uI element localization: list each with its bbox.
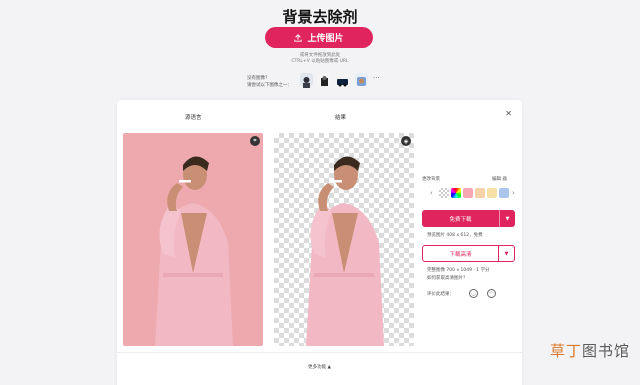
- eraser-icon[interactable]: ◈: [401, 136, 411, 146]
- upload-button[interactable]: 上传图片: [265, 27, 373, 48]
- original-image: ⌗: [123, 133, 263, 346]
- free-download-label: 免费下载: [449, 216, 472, 223]
- swatch-peach[interactable]: [475, 188, 485, 198]
- samples-line-2: 请尝试以下图像之一：: [247, 83, 292, 88]
- learn-more-link[interactable]: 如何获取高清图片？: [427, 275, 468, 281]
- card-divider: [117, 352, 522, 353]
- editor-link[interactable]: 编辑 器: [492, 176, 507, 182]
- sample-image-4[interactable]: [355, 73, 368, 86]
- samples-line-1: 没有图像？: [247, 76, 270, 81]
- close-icon[interactable]: ✕: [505, 109, 512, 118]
- watermark-part-1: 草丁: [549, 342, 582, 360]
- sample-image-2[interactable]: [318, 73, 331, 86]
- result-image: ◈: [274, 133, 414, 346]
- upload-icon: [294, 33, 303, 42]
- crop-icon[interactable]: ⌗: [250, 136, 260, 146]
- samples-text: 没有图像？ 请尝试以下图像之一：: [247, 75, 292, 89]
- sad-face-icon[interactable]: ◠: [487, 289, 496, 298]
- rate-label: 评价此结果：: [427, 292, 454, 297]
- swatch-transparent[interactable]: [439, 188, 449, 198]
- tab-result[interactable]: 结果: [335, 113, 346, 121]
- more-samples-button[interactable]: ···: [373, 74, 380, 82]
- more-tools-label: 更多功能: [308, 365, 327, 370]
- hd-download-label: 下载高清: [449, 251, 472, 258]
- preview-info: 预览图片 408 x 612，免费: [427, 233, 483, 238]
- swatch-color-picker[interactable]: [451, 188, 461, 198]
- swatch-prev-arrow[interactable]: ‹: [430, 189, 433, 197]
- sample-image-3[interactable]: [336, 73, 349, 87]
- page-title: 背景去除剂: [282, 8, 358, 26]
- editor-card: 源语言 结果 ✕ ⌗ ◈ 更改背景 编辑 器 ‹ › 免费下载 ▼ 预览图片 4…: [117, 100, 522, 385]
- background-label: 更改背景: [422, 177, 440, 182]
- swatch-next-arrow[interactable]: ›: [512, 189, 515, 197]
- full-image-info: 完整图像 700 x 1049 · 1 学分: [427, 268, 490, 273]
- more-tools-toggle[interactable]: 更多功能 ▲: [117, 364, 522, 370]
- watermark-part-2: 图书馆: [581, 342, 630, 360]
- tab-original[interactable]: 源语言: [185, 113, 202, 121]
- chevron-down-icon[interactable]: ▼: [499, 210, 515, 227]
- swatch-blue[interactable]: [499, 188, 509, 198]
- swatch-pink[interactable]: [463, 188, 473, 198]
- person-figure: [155, 156, 233, 346]
- upload-hint-2: CTRL+V 以粘贴图像或 URL: [291, 59, 349, 64]
- person-cutout: [306, 156, 384, 346]
- chevron-down-icon[interactable]: ▼: [498, 246, 514, 261]
- swatch-yellow[interactable]: [487, 188, 497, 198]
- free-download-button[interactable]: 免费下载 ▼: [422, 210, 515, 227]
- upload-label: 上传图片: [307, 34, 344, 44]
- watermark: 草丁图书馆: [550, 340, 630, 361]
- sample-image-1[interactable]: [300, 73, 313, 88]
- hd-download-button[interactable]: 下载高清 ▼: [422, 245, 515, 262]
- happy-face-icon[interactable]: ◡: [469, 289, 478, 298]
